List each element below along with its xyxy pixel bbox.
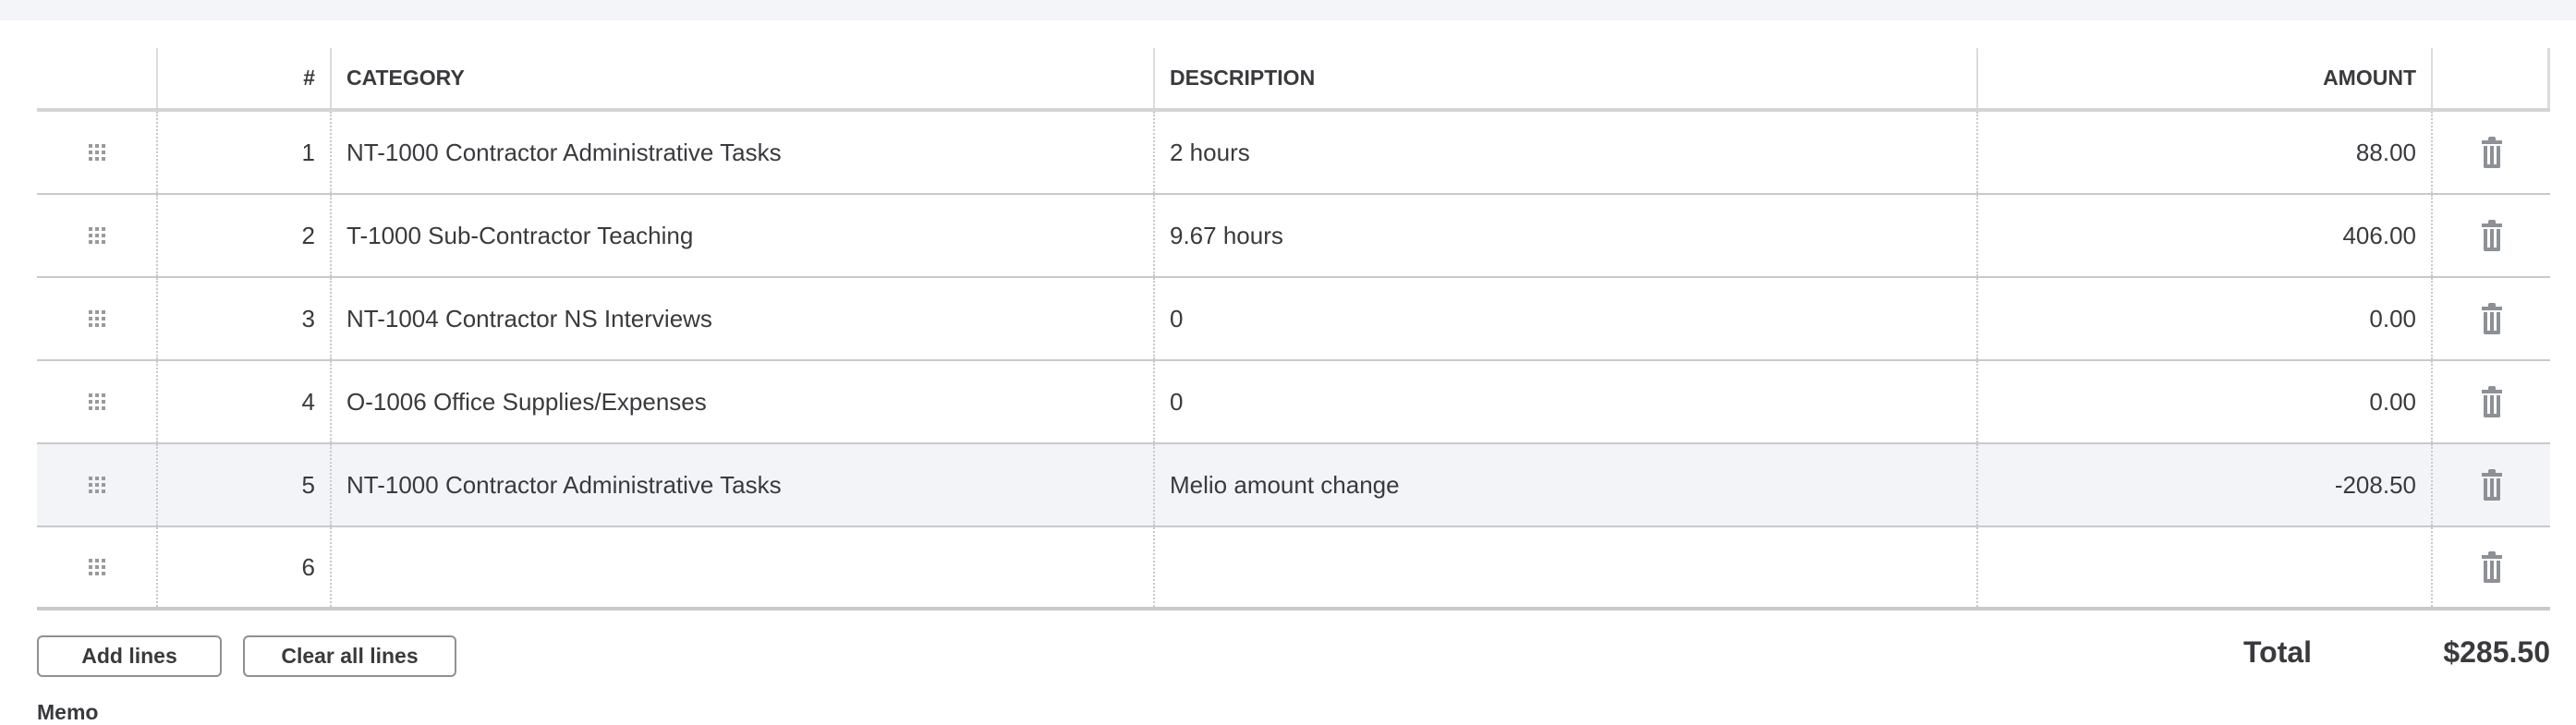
drag-handle[interactable] [37, 361, 158, 442]
table-header: # CATEGORY DESCRIPTION AMOUNT [37, 48, 2550, 112]
header-category: CATEGORY [332, 48, 1155, 108]
table-row[interactable]: 5 NT-1000 Contractor Administrative Task… [37, 444, 2550, 527]
trash-icon [2481, 551, 2502, 583]
delete-line-button[interactable] [2433, 361, 2550, 442]
amount-cell[interactable]: 406.00 [1978, 195, 2433, 276]
description-cell[interactable]: 9.67 hours [1155, 195, 1978, 276]
line-number: 2 [158, 195, 332, 276]
trash-icon [2481, 386, 2502, 417]
header-drag [37, 48, 158, 108]
drag-handle-icon [88, 477, 105, 493]
description-cell[interactable]: Melio amount change [1155, 444, 1978, 526]
amount-cell[interactable] [1978, 527, 2433, 607]
header-delete [2433, 48, 2550, 108]
trash-icon [2481, 469, 2502, 501]
description-cell[interactable]: 0 [1155, 278, 1978, 359]
header-number: # [158, 48, 332, 108]
description-cell[interactable]: 2 hours [1155, 112, 1978, 193]
delete-line-button[interactable] [2433, 112, 2550, 193]
delete-line-button[interactable] [2433, 195, 2550, 276]
category-cell[interactable]: T-1000 Sub-Contractor Teaching [332, 195, 1155, 276]
amount-cell[interactable]: 0.00 [1978, 278, 2433, 359]
line-number: 5 [158, 444, 332, 526]
description-cell[interactable] [1155, 527, 1978, 607]
table-row[interactable]: 4 O-1006 Office Supplies/Expenses 0 0.00 [37, 361, 2550, 444]
table-row[interactable]: 6 [37, 527, 2550, 610]
amount-cell[interactable]: -208.50 [1978, 444, 2433, 526]
drag-handle-icon [88, 559, 105, 575]
drag-handle[interactable] [37, 278, 158, 359]
drag-handle[interactable] [37, 112, 158, 193]
add-lines-button[interactable]: Add lines [37, 635, 222, 677]
description-cell[interactable]: 0 [1155, 361, 1978, 442]
drag-handle[interactable] [37, 444, 158, 526]
line-number: 4 [158, 361, 332, 442]
total-value: $285.50 [2443, 635, 2550, 669]
drag-handle-icon [88, 227, 105, 244]
amount-cell[interactable]: 0.00 [1978, 361, 2433, 442]
drag-handle[interactable] [37, 527, 158, 607]
drag-handle-icon [88, 393, 105, 410]
line-number: 3 [158, 278, 332, 359]
category-details-table: # CATEGORY DESCRIPTION AMOUNT 1 NT-1000 … [37, 48, 2550, 610]
category-cell[interactable]: NT-1000 Contractor Administrative Tasks [332, 444, 1155, 526]
category-cell[interactable]: NT-1004 Contractor NS Interviews [332, 278, 1155, 359]
memo-label: Memo [37, 700, 99, 724]
table-row[interactable]: 1 NT-1000 Contractor Administrative Task… [37, 112, 2550, 195]
drag-handle-icon [88, 144, 105, 161]
trash-icon [2481, 303, 2502, 334]
delete-line-button[interactable] [2433, 444, 2550, 526]
trash-icon [2481, 220, 2502, 251]
line-number: 1 [158, 112, 332, 193]
total-label: Total [2243, 635, 2313, 669]
trash-icon [2481, 137, 2502, 168]
drag-handle-icon [88, 310, 105, 327]
category-cell[interactable] [332, 527, 1155, 607]
delete-line-button[interactable] [2433, 527, 2550, 607]
clear-all-lines-button[interactable]: Clear all lines [243, 635, 456, 677]
amount-cell[interactable]: 88.00 [1978, 112, 2433, 193]
delete-line-button[interactable] [2433, 278, 2550, 359]
header-amount: AMOUNT [1978, 48, 2433, 108]
drag-handle[interactable] [37, 195, 158, 276]
line-number: 6 [158, 527, 332, 607]
top-band [0, 0, 2576, 20]
header-description: DESCRIPTION [1155, 48, 1978, 108]
category-cell[interactable]: O-1006 Office Supplies/Expenses [332, 361, 1155, 442]
table-row[interactable]: 3 NT-1004 Contractor NS Interviews 0 0.0… [37, 278, 2550, 361]
category-cell[interactable]: NT-1000 Contractor Administrative Tasks [332, 112, 1155, 193]
table-row[interactable]: 2 T-1000 Sub-Contractor Teaching 9.67 ho… [37, 195, 2550, 278]
